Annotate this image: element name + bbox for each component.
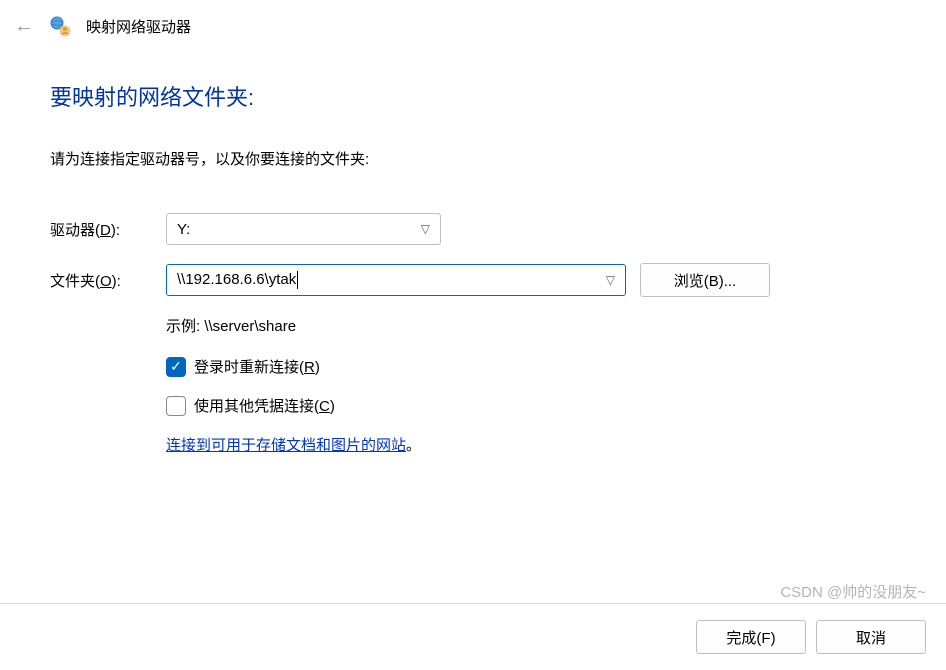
reconnect-checkbox[interactable]: ✓ — [166, 357, 186, 377]
folder-row: 文件夹(O): \\192.168.6.6\ytak ▽ 浏览(B)... — [50, 263, 946, 297]
example-text: 示例: \\server\share — [166, 315, 946, 336]
finish-button[interactable]: 完成(F) — [696, 620, 806, 654]
drive-label: 驱动器(D): — [50, 219, 166, 240]
credentials-checkbox[interactable] — [166, 396, 186, 416]
credentials-label: 使用其他凭据连接(C) — [194, 395, 335, 416]
chevron-down-icon[interactable]: ▽ — [606, 273, 615, 287]
back-arrow-icon: ← — [14, 15, 34, 38]
dialog-footer: 完成(F) 取消 — [0, 603, 946, 670]
credentials-checkbox-row: 使用其他凭据连接(C) — [166, 395, 946, 416]
network-drive-icon — [48, 14, 72, 38]
folder-label: 文件夹(O): — [50, 270, 166, 291]
drive-row: 驱动器(D): Y: ▽ — [50, 213, 946, 245]
reconnect-checkbox-row: ✓ 登录时重新连接(R) — [166, 356, 946, 377]
content-heading: 要映射的网络文件夹: — [50, 80, 946, 112]
reconnect-label: 登录时重新连接(R) — [194, 356, 320, 377]
browse-button[interactable]: 浏览(B)... — [640, 263, 770, 297]
drive-select[interactable]: Y: ▽ — [166, 213, 441, 245]
drive-value: Y: — [177, 221, 190, 238]
dialog-content: 要映射的网络文件夹: 请为连接指定驱动器号，以及你要连接的文件夹: 驱动器(D)… — [0, 38, 946, 455]
folder-value: \\192.168.6.6\ytak — [177, 271, 606, 289]
watermark-text: CSDN @帅的没朋友~ — [780, 581, 926, 602]
folder-input[interactable]: \\192.168.6.6\ytak ▽ — [166, 264, 626, 296]
dialog-title: 映射网络驱动器 — [86, 16, 191, 37]
instruction-text: 请为连接指定驱动器号，以及你要连接的文件夹: — [50, 148, 946, 169]
storage-link-row: 连接到可用于存储文档和图片的网站。 — [166, 434, 946, 455]
dialog-header: ← 映射网络驱动器 — [0, 0, 946, 38]
chevron-down-icon: ▽ — [421, 222, 430, 236]
storage-website-link[interactable]: 连接到可用于存储文档和图片的网站 — [166, 437, 406, 454]
cancel-button[interactable]: 取消 — [816, 620, 926, 654]
